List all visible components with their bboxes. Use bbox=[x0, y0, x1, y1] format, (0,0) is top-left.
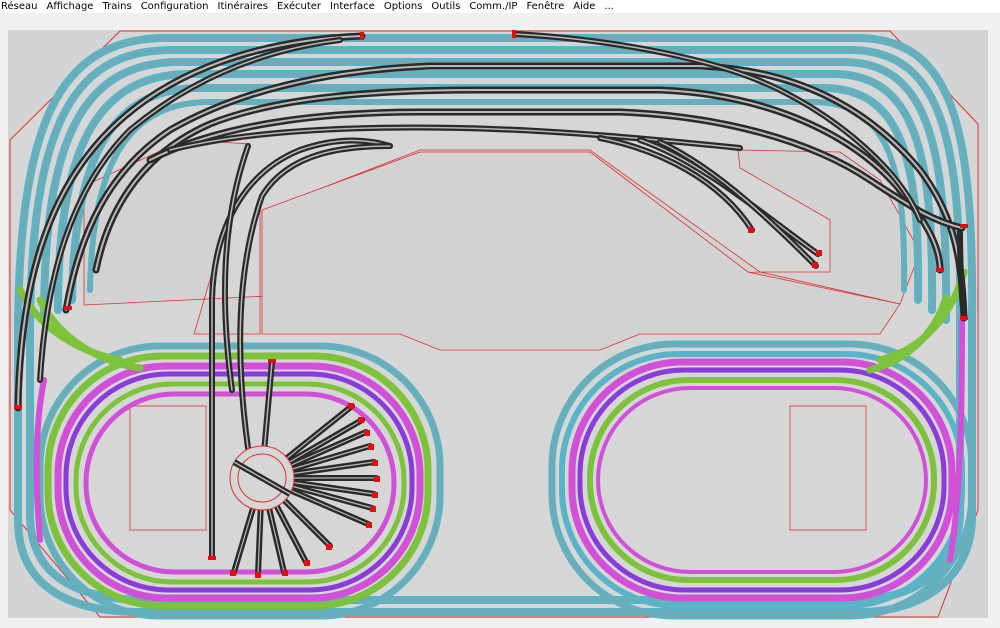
menu-options[interactable]: Options bbox=[380, 0, 428, 13]
menu-more[interactable]: ... bbox=[600, 0, 619, 13]
layout-canvas[interactable] bbox=[0, 13, 1000, 628]
menu-reseau[interactable]: Réseau bbox=[0, 0, 42, 13]
menu-executer[interactable]: Exécuter bbox=[273, 0, 326, 13]
menu-interface[interactable]: Interface bbox=[326, 0, 380, 13]
track-plan[interactable] bbox=[0, 13, 1000, 628]
menu-aide[interactable]: Aide bbox=[569, 0, 600, 13]
menu-configuration[interactable]: Configuration bbox=[137, 0, 214, 13]
menu-affichage[interactable]: Affichage bbox=[42, 0, 98, 13]
menu-itineraires[interactable]: Itinéraires bbox=[214, 0, 273, 13]
menu-trains[interactable]: Trains bbox=[98, 0, 136, 13]
menu-fenetre[interactable]: Fenêtre bbox=[522, 0, 569, 13]
menu-comm[interactable]: Comm./IP bbox=[465, 0, 522, 13]
menu-outils[interactable]: Outils bbox=[427, 0, 465, 13]
menu-bar: Réseau Affichage Trains Configuration Itinér… bbox=[0, 0, 1000, 13]
